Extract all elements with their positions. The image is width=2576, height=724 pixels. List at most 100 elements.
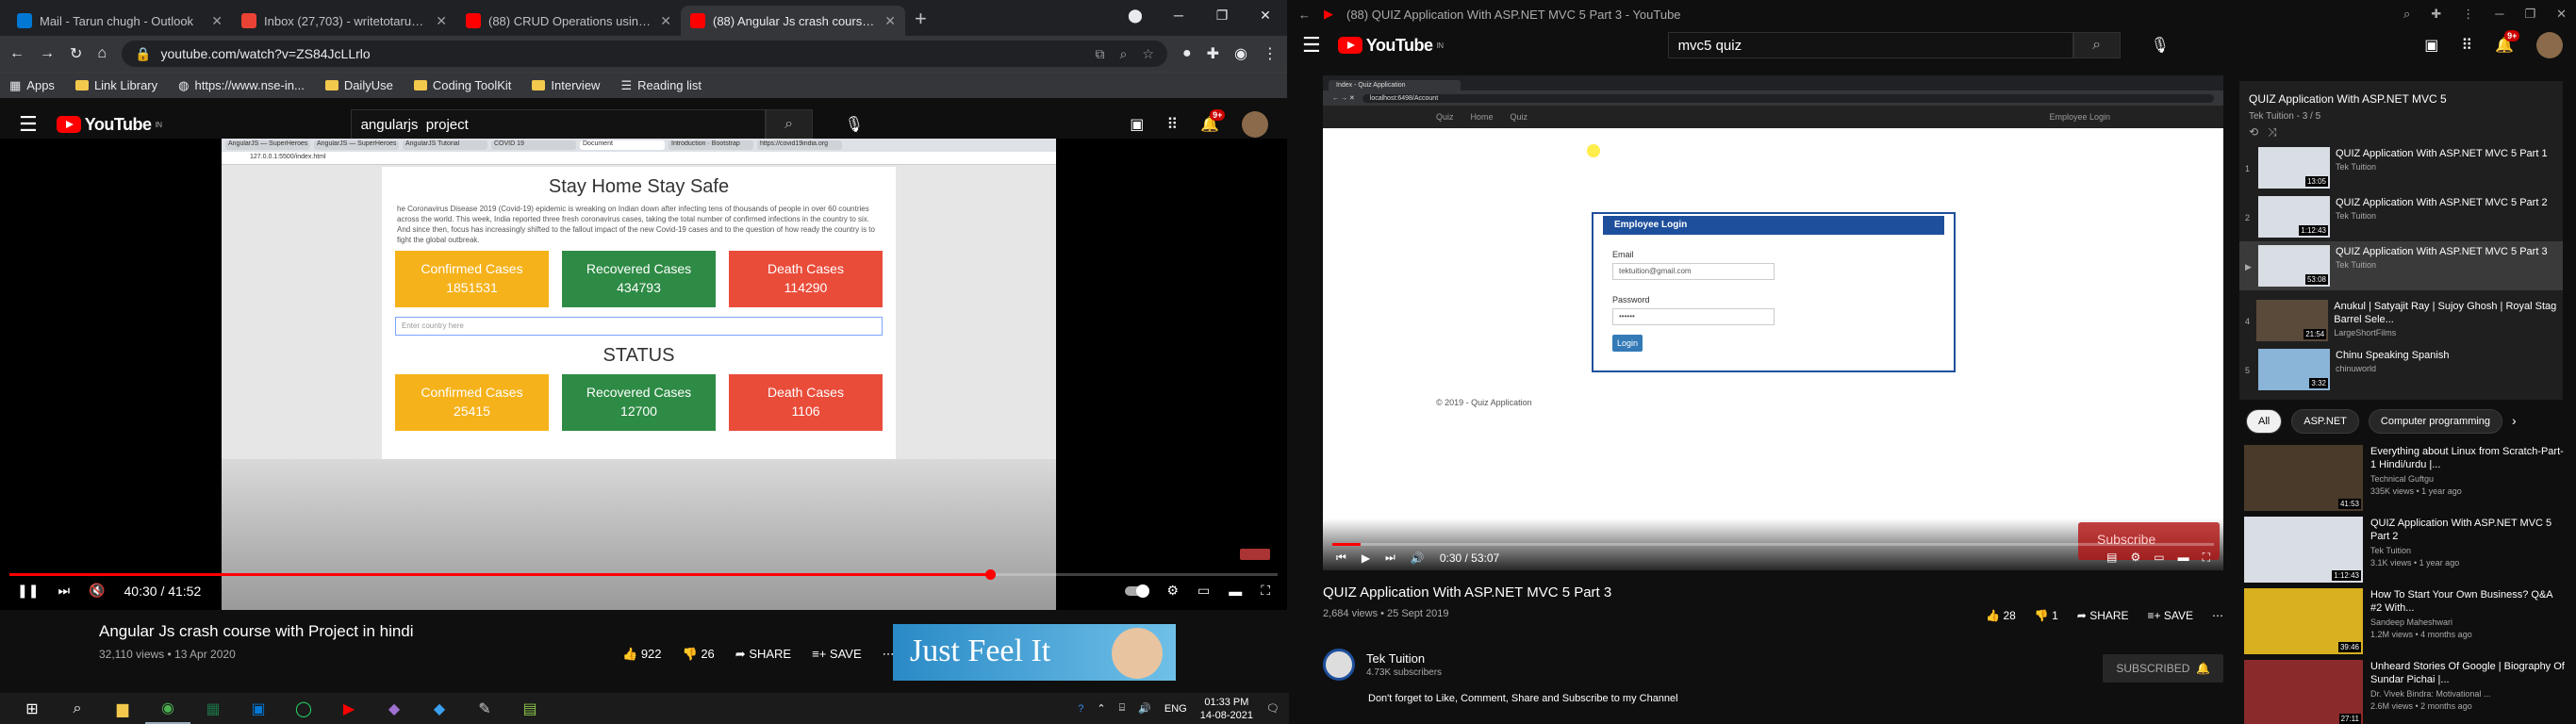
tab-youtube-crud[interactable]: (88) CRUD Operations using Angular 8 ✕: [456, 6, 681, 36]
miniplayer-icon[interactable]: ▭: [1197, 583, 1210, 599]
apps-icon[interactable]: ⠿: [1166, 115, 1178, 134]
autoplay-toggle[interactable]: [1125, 584, 1150, 598]
save-button[interactable]: ≡+ SAVE: [812, 647, 862, 662]
close-icon[interactable]: ✕: [211, 13, 223, 29]
previous-icon[interactable]: ⏮: [1336, 551, 1346, 565]
volume-icon[interactable]: 🔊: [1138, 702, 1151, 715]
hamburger-menu-icon[interactable]: ☰: [19, 112, 38, 137]
open-external-icon[interactable]: ⧉: [1096, 46, 1105, 62]
channel-name[interactable]: Tek Tuition: [1366, 651, 1442, 666]
bookmark-dailyuse[interactable]: DailyUse: [324, 78, 393, 92]
progress-bar[interactable]: [9, 569, 1278, 580]
menu-icon[interactable]: ⋮: [2462, 7, 2474, 22]
whatsapp-icon[interactable]: ◯: [281, 693, 326, 724]
puzzle-icon[interactable]: ✚: [1207, 44, 1219, 63]
close-icon[interactable]: ✕: [884, 13, 896, 29]
close-window-button[interactable]: ✕: [2556, 7, 2567, 22]
channel-avatar[interactable]: [1323, 649, 1355, 681]
chip-all[interactable]: All: [2246, 409, 2283, 434]
search-input[interactable]: [350, 109, 766, 140]
puzzle-icon[interactable]: ✚: [2431, 7, 2441, 22]
save-button[interactable]: ≡+ SAVE: [2148, 609, 2193, 622]
bookmark-interview[interactable]: Interview: [532, 78, 600, 92]
microphone-icon[interactable]: 🎙: [2151, 36, 2170, 55]
record-icon[interactable]: ⬤: [1114, 0, 1157, 30]
minimize-button[interactable]: ─: [2495, 7, 2503, 22]
create-video-icon[interactable]: ▣: [2424, 36, 2438, 55]
search-input[interactable]: [1667, 32, 2073, 58]
apps-icon[interactable]: ⠿: [2461, 36, 2472, 55]
address-bar[interactable]: 🔒 youtube.com/watch?v=ZS84JcLLrlo ⧉ ⌕ ☆: [122, 41, 1167, 67]
chrome-icon[interactable]: ◉: [145, 693, 190, 724]
zoom-icon[interactable]: ⌕: [2403, 7, 2410, 22]
back-icon[interactable]: ←: [9, 45, 25, 62]
bookmark-nse[interactable]: ◍ https://www.nse-in...: [178, 78, 305, 93]
fullscreen-icon[interactable]: ⛶: [2203, 551, 2210, 565]
search-button[interactable]: ⌕: [2072, 32, 2121, 58]
related-item[interactable]: 27:11 Unheard Stories Of Google | Biograp…: [2244, 660, 2565, 724]
profile-avatar[interactable]: ◉: [1234, 44, 1247, 63]
vscode-icon[interactable]: ◆: [417, 693, 462, 724]
reload-icon[interactable]: ↻: [70, 44, 82, 63]
chip-aspnet[interactable]: ASP.NET: [2291, 409, 2359, 434]
clock[interactable]: 01:33 PM 14-08-2021: [1200, 696, 1253, 722]
related-item[interactable]: 1:12:43 QUIZ Application With ASP.NET MVC…: [2244, 517, 2565, 588]
home-icon[interactable]: ⌂: [97, 45, 107, 62]
menu-icon[interactable]: ⋮: [1263, 44, 1278, 63]
volume-icon[interactable]: 🔊: [1411, 551, 1425, 565]
related-item[interactable]: 39:46 How To Start Your Own Business? Q&A…: [2244, 588, 2565, 660]
mute-icon[interactable]: 🔇: [89, 583, 105, 599]
avatar[interactable]: [1242, 111, 1268, 138]
playlist-item[interactable]: 2 1:12:43 QUIZ Application With ASP.NET MV…: [2239, 192, 2563, 241]
video-player[interactable]: AngularJS — SuperHeroes AngularJS — Supe…: [0, 139, 1287, 610]
outlook-icon[interactable]: ▣: [236, 693, 281, 724]
playlist-item[interactable]: 4 21:54 Anukul | Satyajit Ray | Sujoy Ghos…: [2239, 296, 2563, 345]
notifications-icon[interactable]: 🔔 9+: [2495, 30, 2520, 55]
hamburger-menu-icon[interactable]: ☰: [1302, 33, 1321, 58]
ad-banner[interactable]: Just Feel It: [893, 624, 1176, 681]
fullscreen-icon[interactable]: ⛶: [1261, 583, 1270, 599]
tab-gmail[interactable]: Inbox (27,703) - writetotarunchugh@gm ✕: [232, 6, 456, 36]
zoom-icon[interactable]: ⌕: [1120, 46, 1128, 62]
maximize-button[interactable]: ❐: [1200, 0, 1244, 30]
playlist-title[interactable]: QUIZ Application With ASP.NET MVC 5: [2239, 81, 2563, 111]
tab-outlook[interactable]: Mail - Tarun chugh - Outlook ✕: [8, 6, 232, 36]
like-button[interactable]: 👍 28: [1986, 609, 2016, 622]
tab-youtube-angular[interactable]: (88) Angular Js crash course with Proj ✕: [681, 6, 905, 36]
youtube-logo[interactable]: YouTube IN: [1337, 36, 1444, 56]
miniplayer-icon[interactable]: ▭: [2154, 551, 2164, 565]
loop-icon[interactable]: ⟲: [2249, 125, 2258, 139]
back-icon[interactable]: ←: [1298, 8, 1311, 22]
close-window-button[interactable]: ✕: [1244, 0, 1287, 30]
playlist-item[interactable]: 5 3:32 Chinu Speaking Spanish chinuworld: [2239, 345, 2563, 394]
notification-center-icon[interactable]: 🗨: [1266, 702, 1280, 715]
progress-scrubber[interactable]: [984, 569, 996, 580]
chip-computer-programming[interactable]: Computer programming: [2368, 409, 2503, 434]
language-indicator[interactable]: ENG: [1164, 703, 1187, 715]
close-icon[interactable]: ✕: [436, 13, 447, 29]
youtube-logo[interactable]: YouTube IN: [56, 115, 162, 135]
avatar[interactable]: [2536, 32, 2563, 58]
extension-icon[interactable]: ●: [1182, 45, 1192, 62]
theater-mode-icon[interactable]: ▬: [1229, 584, 1242, 599]
related-item[interactable]: 41:53 Everything about Linux from Scratch…: [2244, 445, 2565, 517]
notepad-icon[interactable]: ▤: [507, 693, 553, 724]
settings-icon[interactable]: ⚙: [1166, 583, 1179, 599]
share-button[interactable]: ➦ SHARE: [2077, 609, 2129, 622]
new-tab-button[interactable]: +: [905, 7, 936, 36]
next-icon[interactable]: ⏭: [58, 583, 70, 599]
excel-icon[interactable]: ▦: [190, 693, 236, 724]
subscribe-watermark[interactable]: [1240, 549, 1270, 560]
subscribed-button[interactable]: SUBSCRIBED 🔔: [2103, 654, 2223, 683]
shuffle-icon[interactable]: ⤨: [2268, 125, 2277, 139]
youtube-icon[interactable]: ▶: [326, 693, 372, 724]
search-button[interactable]: ⌕: [765, 109, 813, 140]
play-icon[interactable]: ▶: [1362, 551, 1370, 565]
visual-studio-icon[interactable]: ◆: [372, 693, 417, 724]
progress-bar[interactable]: [1332, 543, 2214, 546]
forward-icon[interactable]: →: [40, 45, 55, 62]
like-button[interactable]: 👍 922: [622, 647, 662, 662]
more-icon[interactable]: ⋯: [2212, 609, 2223, 622]
playlist-item-current[interactable]: ▶ 53:08 QUIZ Application With ASP.NET MVC …: [2239, 241, 2563, 290]
dislike-button[interactable]: 👎 1: [2035, 609, 2058, 622]
